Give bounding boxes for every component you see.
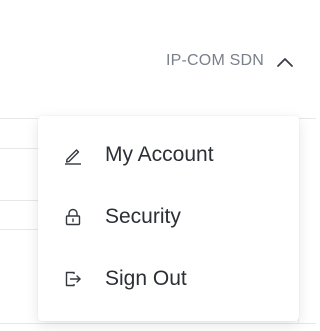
account-name: IP-COM SDN [166,52,264,69]
account-dropdown-menu: My Account Security Sign Out [38,116,299,321]
table-divider [0,200,38,201]
menu-item-sign-out[interactable]: Sign Out [38,248,299,310]
menu-item-security[interactable]: Security [38,186,299,248]
menu-item-label: My Account [105,143,214,166]
menu-item-label: Sign Out [105,267,187,290]
chevron-up-icon [276,55,294,67]
account-menu-trigger[interactable]: IP-COM SDN [166,44,294,78]
table-divider [0,148,38,149]
menu-item-label: Security [105,205,181,228]
table-divider [0,229,38,230]
table-divider [0,323,316,324]
page: IP-COM SDN My Account Security Sign Out [0,0,316,331]
lock-icon [63,207,83,227]
sign-out-icon [63,269,83,289]
pencil-icon [63,145,83,165]
menu-item-my-account[interactable]: My Account [38,124,299,186]
